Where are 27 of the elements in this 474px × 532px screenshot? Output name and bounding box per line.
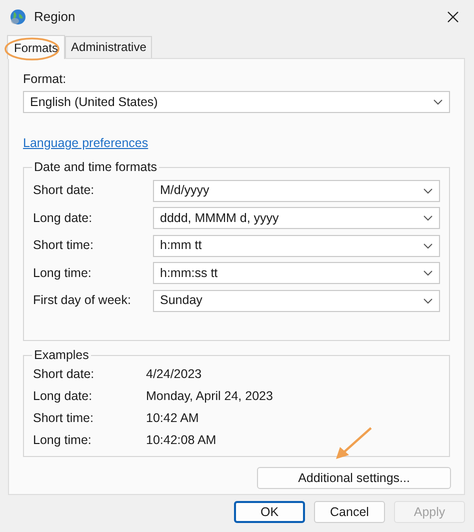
format-label: Format: [23, 71, 68, 87]
field-label: Long date: [33, 210, 94, 227]
example-value: 10:42 AM [146, 410, 199, 427]
example-label: Short date: [33, 366, 96, 383]
example-label: Short time: [33, 410, 94, 427]
tab[interactable]: Administrative [65, 36, 152, 58]
example-value: 10:42:08 AM [146, 432, 216, 449]
format-dropdown[interactable]: M/d/yyyy [153, 180, 440, 202]
field-label: First day of week: [33, 292, 132, 310]
example-label: Long time: [33, 432, 92, 449]
format-dropdown[interactable]: h:mm:ss tt [153, 262, 440, 284]
dialog-button[interactable]: Cancel [314, 501, 385, 523]
language-preferences-link[interactable]: Language preferences [23, 136, 148, 150]
window-title: Region [34, 8, 76, 26]
example-value: Monday, April 24, 2023 [146, 388, 273, 405]
format-dropdown[interactable]: English (United States) [23, 91, 450, 113]
format-dropdown[interactable]: h:mm tt [153, 234, 440, 257]
example-label: Long date: [33, 388, 94, 405]
field-label: Short date: [33, 182, 96, 200]
format-dropdown[interactable]: Sunday [153, 290, 440, 312]
additional-settings-button[interactable]: Additional settings... [257, 467, 451, 489]
format-dropdown[interactable]: dddd, MMMM d, yyyy [153, 207, 440, 230]
field-label: Long time: [33, 264, 92, 282]
example-value: 4/24/2023 [146, 366, 202, 383]
field-label: Short time: [33, 237, 94, 254]
dialog-button[interactable]: OK [234, 501, 305, 523]
group-title: Examples [32, 347, 91, 363]
